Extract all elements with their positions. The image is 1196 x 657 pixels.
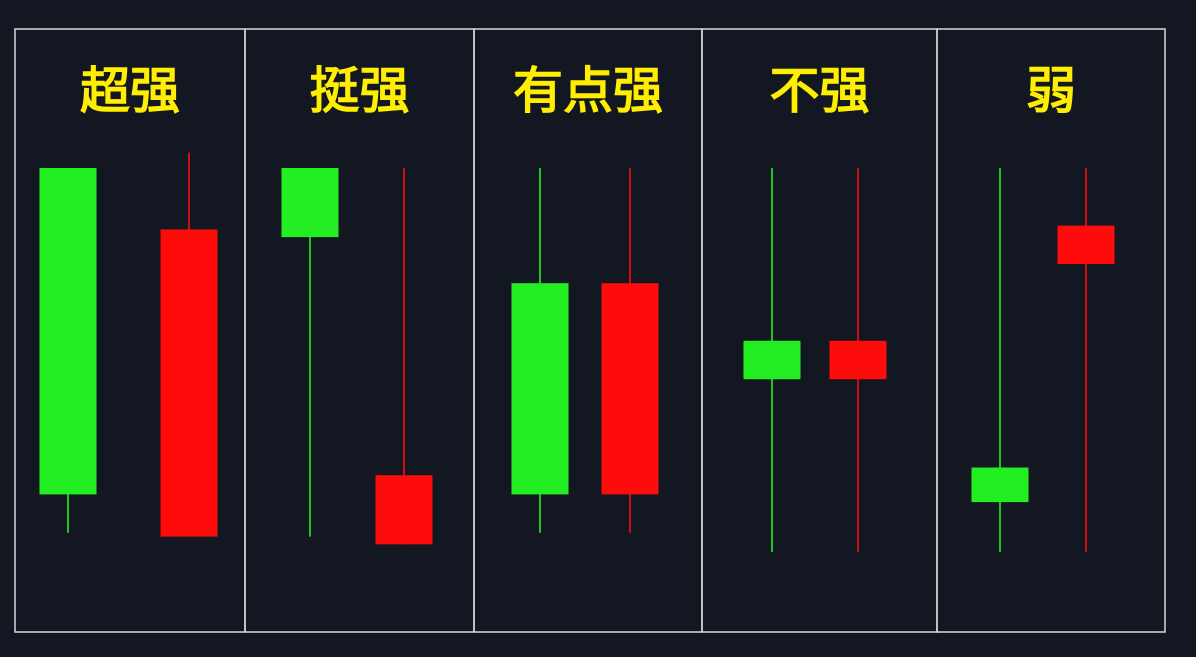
candle-body [375,475,433,545]
candle-body [601,283,659,495]
red-candle [160,152,218,537]
red-candle [1057,168,1115,552]
candle-body [281,168,339,238]
panel-title: 超强 [80,62,180,120]
candle-body [743,340,801,380]
green-candle [39,168,97,533]
red-candle [829,168,887,552]
panel-title: 不强 [770,62,870,120]
green-candle [511,168,569,533]
candle-body [39,168,97,495]
green-candle [281,168,339,537]
diagram-canvas: 超强 挺强 有点强 不强 弱 [0,0,1196,657]
candle-body [1057,225,1115,264]
candle-body [971,467,1029,503]
panel-3: 有点强 [473,28,703,633]
panels-group: 超强 挺强 有点强 不强 弱 [14,28,1166,633]
candle-body [829,340,887,380]
panel-2: 挺强 [244,28,475,633]
red-candle [601,168,659,533]
red-candle [375,168,433,545]
panel-title: 有点强 [513,62,663,120]
candle-body [160,229,218,537]
panel-1: 超强 [14,28,246,633]
candlestick-diagram: 超强 挺强 有点强 不强 弱 [14,28,1166,633]
panel-title: 挺强 [310,62,410,120]
panel-5: 弱 [936,28,1166,633]
panel-4: 不强 [701,28,938,633]
panel-title: 弱 [1026,62,1076,120]
candle-body [511,283,569,495]
green-candle [743,168,801,552]
green-candle [971,168,1029,552]
